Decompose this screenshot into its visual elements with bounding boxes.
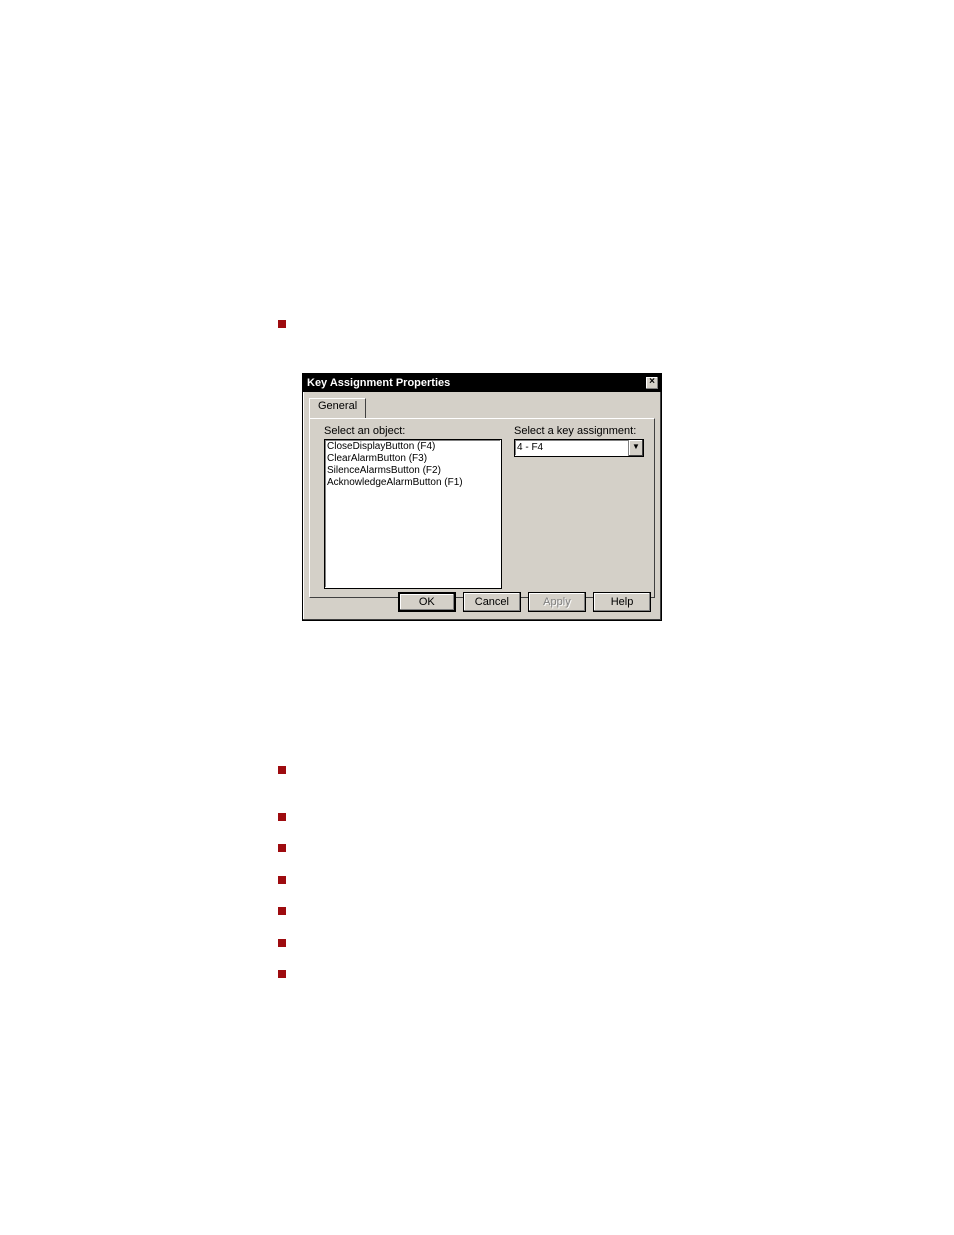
titlebar[interactable]: Key Assignment Properties × [303,374,661,392]
key-assignment-combo[interactable]: 4 - F4 ▼ [514,439,644,457]
label-select-object: Select an object: [324,425,405,437]
bullet [278,939,286,947]
bullet [278,876,286,884]
ok-button[interactable]: OK [398,592,456,612]
window-title: Key Assignment Properties [307,377,450,389]
object-listbox[interactable]: CloseDisplayButton (F4) ClearAlarmButton… [324,439,502,589]
ok-label: OK [419,596,435,608]
tab-label: General [318,400,357,412]
apply-label: Apply [543,596,571,608]
list-item[interactable]: ClearAlarmButton (F3) [327,453,499,465]
bullet [278,907,286,915]
chevron-down-icon[interactable]: ▼ [628,440,643,456]
list-item[interactable]: SilenceAlarmsButton (F2) [327,465,499,477]
bullet [278,813,286,821]
tab-pane-general: Select an object: Select a key assignmen… [309,418,655,598]
bullet [278,320,286,328]
tab-strip: General [309,398,655,418]
combo-value: 4 - F4 [517,442,543,453]
help-button[interactable]: Help [593,592,651,612]
help-label: Help [611,596,634,608]
bullet [278,844,286,852]
close-icon[interactable]: × [645,376,659,390]
close-glyph: × [649,376,655,387]
key-assignment-dialog: Key Assignment Properties × General Sele… [302,373,662,621]
bullet [278,970,286,978]
list-item[interactable]: CloseDisplayButton (F4) [327,441,499,453]
tab-general[interactable]: General [309,398,366,418]
apply-button[interactable]: Apply [528,592,586,612]
list-item[interactable]: AcknowledgeAlarmButton (F1) [327,477,499,489]
cancel-button[interactable]: Cancel [463,592,521,612]
label-select-key: Select a key assignment: [514,425,636,437]
bullet [278,766,286,774]
dialog-buttons: OK Cancel Apply Help [394,592,651,614]
cancel-label: Cancel [475,596,509,608]
